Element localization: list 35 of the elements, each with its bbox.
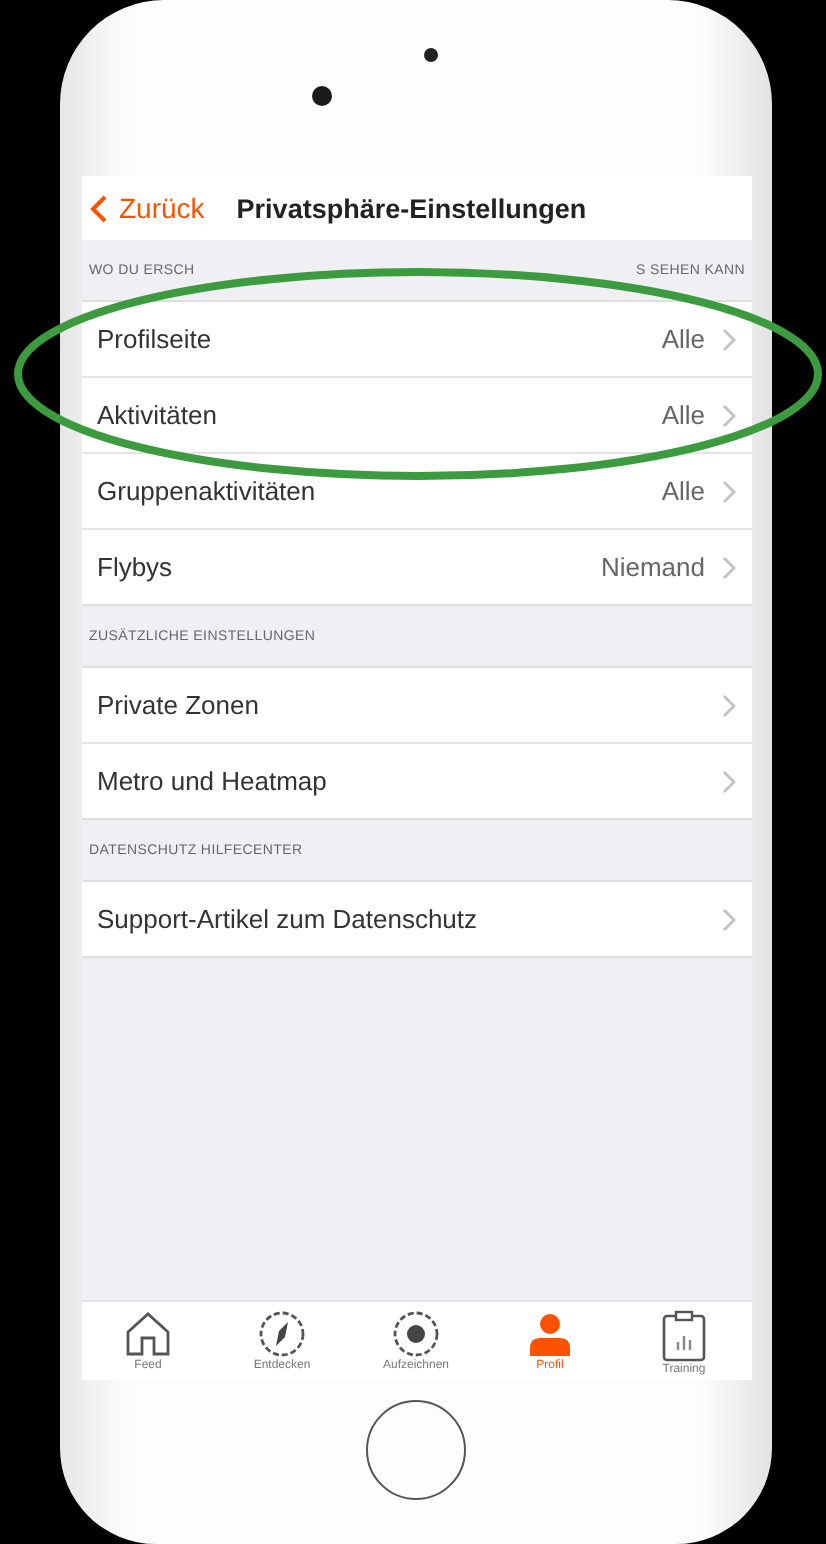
chevron-right-icon — [721, 403, 735, 427]
settings-row[interactable]: Profilseite Alle — [81, 302, 751, 376]
compass-icon — [258, 1310, 306, 1358]
chevron-right-icon — [721, 769, 735, 793]
row-value: Alle — [661, 476, 705, 506]
row-label: Flybys — [97, 552, 175, 582]
row-value: Alle — [661, 400, 705, 430]
house-icon — [124, 1310, 172, 1358]
chevron-left-icon — [89, 193, 107, 223]
row-value: Niemand — [600, 552, 705, 582]
row-label: Aktivitäten — [97, 400, 219, 430]
row-label: Profilseite — [97, 324, 214, 354]
speaker-dot — [424, 48, 438, 62]
camera-dot — [312, 86, 332, 106]
chevron-right-icon — [721, 555, 735, 579]
home-button[interactable] — [366, 1400, 466, 1500]
person-icon — [526, 1310, 574, 1358]
row-value: Alle — [661, 324, 705, 354]
row-label: Gruppenaktivitäten — [97, 476, 318, 506]
row-label: Metro und Heatmap — [97, 766, 329, 796]
row-label: Private Zonen — [97, 690, 261, 720]
chevron-right-icon — [721, 327, 735, 351]
settings-row[interactable]: Gruppenaktivitäten Alle — [81, 452, 751, 528]
record-icon — [392, 1310, 440, 1358]
settings-row[interactable]: Metro und Heatmap — [81, 742, 751, 818]
page-title: Privatsphäre-Einstellungen — [236, 193, 587, 223]
settings-row[interactable]: Flybys Niemand — [81, 528, 751, 604]
chevron-right-icon — [721, 907, 735, 931]
chevron-right-icon — [721, 693, 735, 717]
settings-row[interactable]: Support-Artikel zum Datenschutz — [81, 882, 751, 956]
row-label: Support-Artikel zum Datenschutz — [97, 904, 480, 934]
chevron-right-icon — [721, 479, 735, 503]
settings-row[interactable]: Private Zonen — [81, 668, 751, 742]
clipboard-icon — [662, 1310, 706, 1362]
settings-row[interactable]: Aktivitäten Alle — [81, 376, 751, 452]
